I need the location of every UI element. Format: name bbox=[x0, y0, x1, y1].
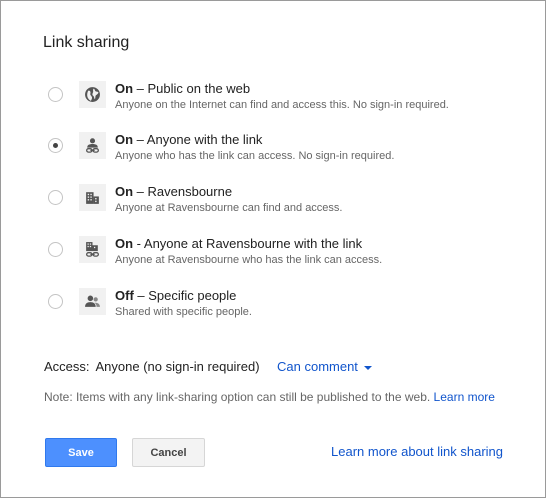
access-level-dropdown[interactable]: Can comment bbox=[277, 359, 372, 374]
option-title: – Specific people bbox=[133, 288, 237, 303]
note-text: Note: Items with any link-sharing option… bbox=[44, 390, 434, 404]
radio-public-on-web[interactable] bbox=[48, 87, 63, 102]
option-state: On bbox=[115, 132, 134, 147]
option-title: - Anyone at Ravensbourne with the link bbox=[133, 236, 363, 251]
dialog-title: Link sharing bbox=[43, 34, 130, 51]
radio-ravensbourne[interactable] bbox=[48, 190, 63, 205]
access-value: Anyone (no sign-in required) bbox=[95, 359, 260, 374]
radio-anyone-with-link[interactable] bbox=[48, 138, 63, 153]
option-label: On – Public on the web bbox=[115, 81, 250, 96]
option-state: On bbox=[115, 81, 134, 96]
save-button[interactable]: Save bbox=[45, 438, 117, 467]
option-state: On bbox=[115, 236, 134, 251]
link-sharing-dialog: Link sharing On – Public on the web Anyo… bbox=[0, 0, 546, 498]
access-label: Access: bbox=[44, 359, 90, 374]
access-level-label: Can comment bbox=[277, 359, 358, 374]
cancel-button[interactable]: Cancel bbox=[132, 438, 205, 467]
option-title: – Anyone with the link bbox=[133, 132, 263, 147]
option-label: On – Ravensbourne bbox=[115, 184, 232, 199]
option-description: Anyone who has the link can access. No s… bbox=[115, 150, 395, 162]
option-description: Anyone at Ravensbourne who has the link … bbox=[115, 254, 383, 266]
learn-more-link-sharing-link[interactable]: Learn more about link sharing bbox=[331, 444, 503, 459]
chevron-down-icon bbox=[363, 365, 372, 370]
access-row: Access: Anyone (no sign-in required) bbox=[44, 359, 260, 374]
note-learn-more-link[interactable]: Learn more bbox=[434, 390, 495, 404]
radio-specific-people[interactable] bbox=[48, 294, 63, 309]
note: Note: Items with any link-sharing option… bbox=[44, 390, 495, 404]
option-label: Off – Specific people bbox=[115, 288, 236, 303]
option-title: – Public on the web bbox=[133, 81, 251, 96]
globe-icon bbox=[79, 81, 106, 108]
radio-ravensbourne-with-link[interactable] bbox=[48, 242, 63, 257]
option-ravensbourne-with-link[interactable]: On - Anyone at Ravensbourne with the lin… bbox=[48, 236, 518, 280]
building-icon bbox=[79, 184, 106, 211]
person-link-icon bbox=[79, 132, 106, 159]
option-description: Anyone at Ravensbourne can find and acce… bbox=[115, 202, 343, 214]
option-ravensbourne[interactable]: On – Ravensbourne Anyone at Ravensbourne… bbox=[48, 184, 518, 228]
option-specific-people[interactable]: Off – Specific people Shared with specif… bbox=[48, 288, 518, 332]
building-link-icon bbox=[79, 236, 106, 263]
option-anyone-with-link[interactable]: On – Anyone with the link Anyone who has… bbox=[48, 132, 518, 176]
option-label: On - Anyone at Ravensbourne with the lin… bbox=[115, 236, 362, 251]
option-description: Shared with specific people. bbox=[115, 306, 252, 318]
option-public-on-web[interactable]: On – Public on the web Anyone on the Int… bbox=[48, 81, 518, 125]
option-description: Anyone on the Internet can find and acce… bbox=[115, 99, 449, 111]
option-title: – Ravensbourne bbox=[133, 184, 233, 199]
option-label: On – Anyone with the link bbox=[115, 132, 262, 147]
people-icon bbox=[79, 288, 106, 315]
option-state: Off bbox=[115, 288, 134, 303]
option-state: On bbox=[115, 184, 134, 199]
